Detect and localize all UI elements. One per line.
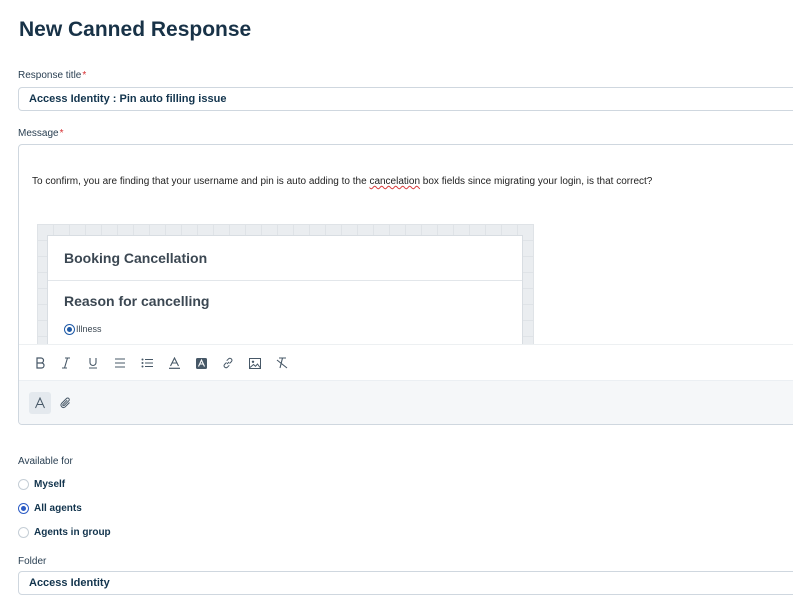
radio-option-label: Myself xyxy=(34,479,66,490)
embedded-booking-card: Booking Cancellation Reason for cancelli… xyxy=(47,235,523,344)
message-body-text[interactable]: To confirm, you are finding that your us… xyxy=(32,176,652,187)
bold-icon[interactable] xyxy=(33,356,47,370)
required-asterisk: * xyxy=(82,70,87,81)
folder-value: Access Identity xyxy=(29,577,110,589)
message-text-part: box fields since migrating your login, i… xyxy=(420,176,653,187)
link-icon[interactable] xyxy=(221,356,235,370)
misspelled-word[interactable]: cancelation xyxy=(369,176,420,187)
italic-icon[interactable] xyxy=(59,356,73,370)
text-color-icon[interactable] xyxy=(167,356,181,370)
response-title-label-text: Response title xyxy=(18,70,82,81)
embedded-screenshot-image[interactable]: Booking Cancellation Reason for cancelli… xyxy=(37,224,534,344)
radio-button-selected-icon[interactable] xyxy=(18,503,29,514)
radio-option-label: Agents in group xyxy=(34,527,111,538)
clear-format-icon[interactable] xyxy=(275,356,289,370)
message-label-text: Message xyxy=(18,128,59,139)
message-text-part: To confirm, you are finding that your us… xyxy=(32,176,370,187)
available-for-label: Available for xyxy=(18,456,73,467)
page-title: New Canned Response xyxy=(19,18,252,41)
required-asterisk: * xyxy=(59,128,64,139)
radio-option-agents-in-group[interactable]: Agents in group xyxy=(18,527,111,538)
response-title-label: Response title* xyxy=(18,70,86,81)
embedded-subheading: Reason for cancelling xyxy=(64,293,210,309)
folder-select[interactable]: Access Identity xyxy=(18,571,793,595)
underline-icon[interactable] xyxy=(86,356,100,370)
editor-footer xyxy=(19,380,793,424)
message-editor[interactable]: To confirm, you are finding that your us… xyxy=(18,144,793,425)
radio-option-all-agents[interactable]: All agents xyxy=(18,503,82,514)
embedded-option-label: Illness xyxy=(76,324,102,334)
font-icon[interactable] xyxy=(29,392,51,414)
embedded-radio-icon xyxy=(64,324,75,335)
highlight-color-icon[interactable] xyxy=(194,356,208,370)
radio-button-icon[interactable] xyxy=(18,527,29,538)
response-title-value: Access Identity : Pin auto filling issue xyxy=(29,93,227,105)
folder-label: Folder xyxy=(18,556,47,567)
embedded-divider xyxy=(48,280,522,281)
editor-toolbar xyxy=(19,344,793,381)
radio-option-myself[interactable]: Myself xyxy=(18,479,65,490)
radio-button-icon[interactable] xyxy=(18,479,29,490)
response-title-input[interactable]: Access Identity : Pin auto filling issue xyxy=(18,87,793,111)
insert-image-icon[interactable] xyxy=(248,356,262,370)
attachment-icon[interactable] xyxy=(58,392,74,414)
ordered-list-icon[interactable] xyxy=(113,356,127,370)
embedded-heading: Booking Cancellation xyxy=(64,250,208,266)
unordered-list-icon[interactable] xyxy=(140,356,154,370)
message-label: Message* xyxy=(18,128,63,139)
radio-option-label: All agents xyxy=(34,503,82,514)
